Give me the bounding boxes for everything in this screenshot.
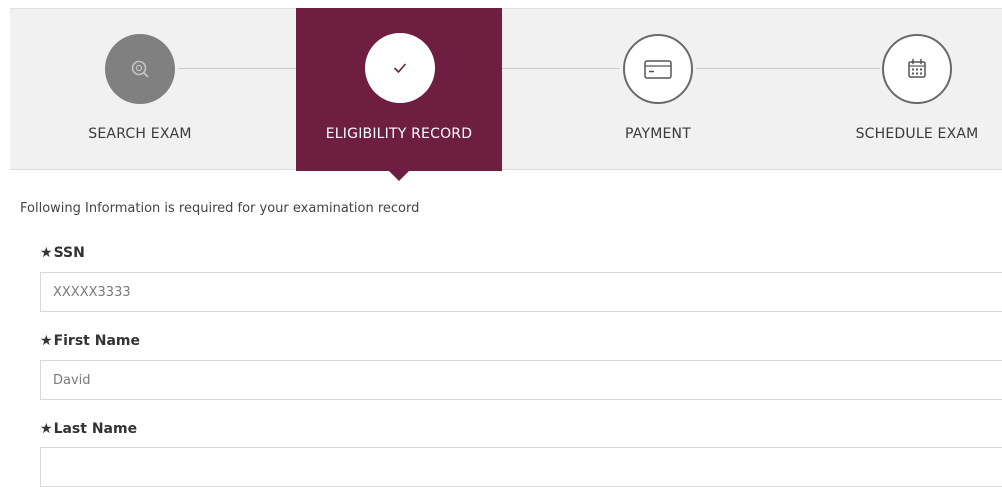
step-label: ELIGIBILITY RECORD	[325, 126, 473, 142]
required-star-icon: ★	[40, 421, 53, 437]
search-icon	[131, 60, 149, 78]
step-circle-schedule	[882, 34, 952, 104]
ssn-input[interactable]	[40, 272, 1002, 312]
step-circle-search	[105, 34, 175, 104]
last-name-label-text: Last Name	[53, 421, 138, 437]
calendar-icon	[908, 58, 926, 78]
progress-stepper: SEARCH EXAM ELIGIBILITY RECORD PAYMENT S…	[10, 8, 1002, 181]
step-label: SCHEDULE EXAM	[855, 126, 979, 142]
check-icon	[394, 63, 406, 73]
last-name-label: ★Last Name	[40, 421, 137, 437]
step-circle-payment	[623, 34, 693, 104]
first-name-input[interactable]	[40, 360, 1002, 400]
step-search-exam[interactable]: SEARCH EXAM	[70, 9, 210, 171]
form-intro-text: Following Information is required for yo…	[20, 201, 420, 216]
required-star-icon: ★	[40, 333, 53, 349]
step-payment[interactable]: PAYMENT	[588, 9, 728, 171]
step-schedule-exam[interactable]: SCHEDULE EXAM	[842, 9, 992, 171]
active-step-pointer	[389, 171, 409, 181]
last-name-input[interactable]	[40, 447, 1002, 487]
credit-card-icon	[644, 60, 672, 79]
step-circle-eligibility	[365, 33, 435, 103]
step-label: PAYMENT	[625, 126, 691, 142]
step-label: SEARCH EXAM	[88, 126, 192, 142]
first-name-label-text: First Name	[53, 333, 140, 349]
first-name-label: ★First Name	[40, 333, 140, 349]
required-star-icon: ★	[40, 245, 53, 261]
ssn-label: ★SSN	[40, 245, 85, 261]
step-eligibility-record[interactable]: ELIGIBILITY RECORD	[296, 8, 502, 181]
ssn-label-text: SSN	[53, 245, 85, 261]
